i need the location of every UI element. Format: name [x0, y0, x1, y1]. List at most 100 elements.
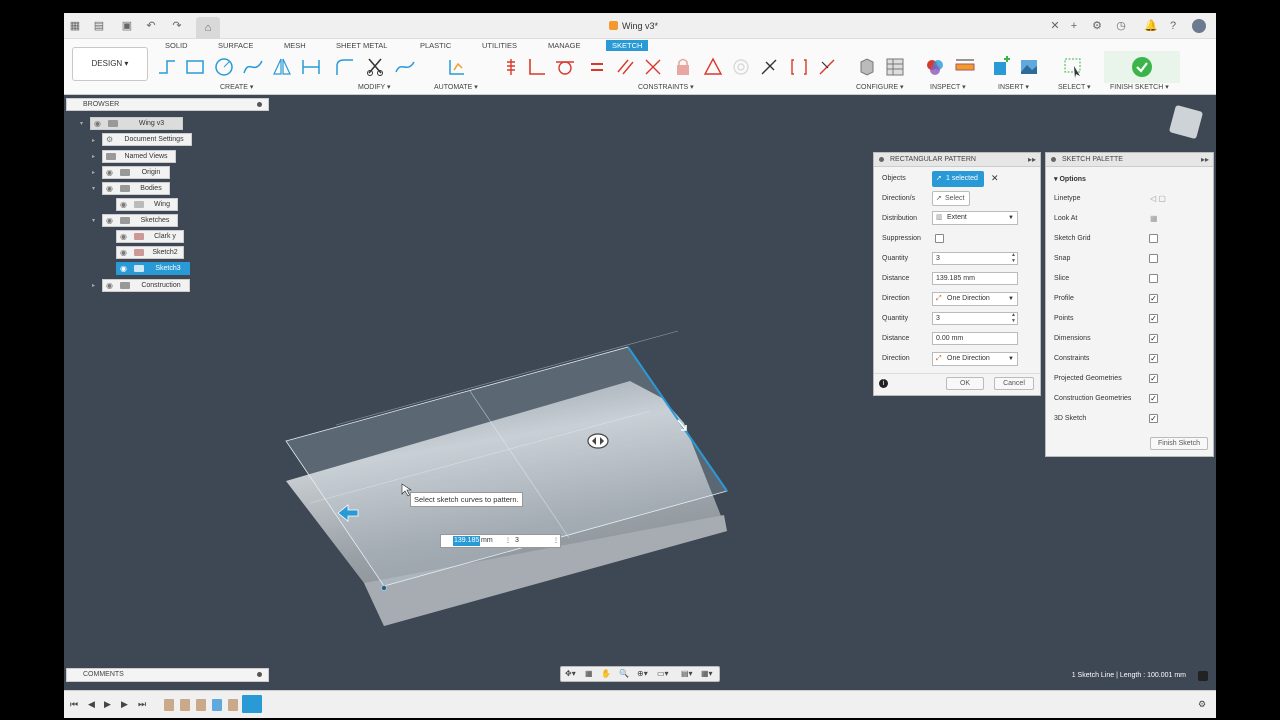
- orbit-icon[interactable]: ✥▾: [565, 669, 576, 678]
- palette-collapse-icon[interactable]: [1051, 157, 1056, 162]
- linetype-icon[interactable]: ◁ ▢: [1150, 194, 1166, 203]
- direction-flip-manipulator[interactable]: [587, 433, 609, 449]
- palette-option-label: Profile: [1054, 295, 1074, 302]
- palette-option-checkbox[interactable]: ✓: [1149, 314, 1158, 323]
- info-icon[interactable]: i: [879, 379, 888, 388]
- extent-icon: ▥: [936, 214, 943, 221]
- sketch-palette-header[interactable]: SKETCH PALETTE ▸▸: [1046, 153, 1213, 167]
- timeline-sketch-item[interactable]: [228, 699, 238, 711]
- quantity2-label: Quantity: [882, 315, 909, 322]
- status-settings-icon[interactable]: [1198, 671, 1208, 681]
- distance-spinner-icon[interactable]: ⋮: [505, 535, 511, 547]
- quantity1-value: 3: [936, 255, 940, 262]
- grid-settings-icon[interactable]: ▤▾: [681, 669, 693, 678]
- go-to-start-icon[interactable]: ⏮: [70, 699, 78, 710]
- options-section-header[interactable]: ▾ Options: [1054, 175, 1086, 183]
- distance-quantity-input[interactable]: 139.185 mm ⋮ 3 ⋮: [440, 534, 561, 548]
- direction2-dropdown[interactable]: ⤢ One Direction ▼: [932, 352, 1018, 366]
- cancel-button[interactable]: Cancel: [994, 377, 1034, 390]
- distance1-label: Distance: [882, 275, 910, 282]
- palette-option-checkbox[interactable]: [1149, 274, 1158, 283]
- palette-option-checkbox[interactable]: ✓: [1149, 294, 1158, 303]
- go-to-end-icon[interactable]: ⏭: [138, 699, 146, 710]
- dialog-expand-icon[interactable]: ▸▸: [1028, 153, 1036, 166]
- palette-option-label: Look At: [1054, 215, 1078, 222]
- finish-sketch-button[interactable]: Finish Sketch: [1150, 437, 1208, 450]
- directions-select-label: Select: [945, 195, 965, 202]
- quantity2-value: 3: [936, 315, 940, 322]
- chevron-down-icon: ▼: [1008, 356, 1014, 362]
- direction1-dropdown[interactable]: ⤢ One Direction ▼: [932, 292, 1018, 306]
- chevron-down-icon: ▼: [1008, 296, 1014, 302]
- chevron-down-icon: ▼: [1008, 215, 1014, 221]
- timeline-bar: ⏮ ◀ ▶ ▶ ⏭ ⚙: [64, 690, 1216, 718]
- distance-input-value[interactable]: 139.185: [453, 536, 481, 546]
- display-settings-icon[interactable]: ▭▾: [657, 669, 669, 678]
- navigation-bar: ✥▾ ▦ ✋ 🔍 ⊕▾ ▭▾ ▤▾ ▦▾: [560, 666, 720, 682]
- look-at-icon[interactable]: ▦: [585, 669, 593, 678]
- palette-option-label: Dimensions: [1054, 335, 1091, 342]
- suppression-checkbox[interactable]: [935, 234, 944, 243]
- comments-pin-icon[interactable]: [257, 672, 262, 677]
- directions-label: Direction/s: [882, 195, 916, 202]
- quantity-spinner-icon[interactable]: ⋮: [553, 535, 559, 547]
- palette-option-checkbox[interactable]: ✓: [1149, 354, 1158, 363]
- pan-icon[interactable]: ✋: [601, 669, 611, 678]
- look-at-icon[interactable]: ▦: [1150, 214, 1158, 223]
- distance2-value: 0.00 mm: [936, 335, 964, 342]
- palette-option-checkbox[interactable]: ✓: [1149, 334, 1158, 343]
- viewport-3d[interactable]: [64, 13, 1216, 718]
- step-back-icon[interactable]: ◀: [88, 699, 95, 710]
- one-direction-icon: ⤢: [936, 295, 942, 302]
- distance2-label: Distance: [882, 335, 910, 342]
- palette-option-label: 3D Sketch: [1054, 415, 1087, 422]
- ok-button[interactable]: OK: [946, 377, 984, 390]
- palette-option-checkbox[interactable]: ✓: [1149, 394, 1158, 403]
- timeline-extrude-item[interactable]: [212, 699, 222, 711]
- distance1-input[interactable]: 139.185 mm: [932, 272, 1018, 285]
- palette-expand-icon[interactable]: ▸▸: [1201, 153, 1209, 166]
- palette-option-checkbox[interactable]: [1149, 254, 1158, 263]
- quantity1-input[interactable]: 3 ▲ ▼: [932, 252, 1018, 265]
- palette-option-checkbox[interactable]: ✓: [1149, 414, 1158, 423]
- step-forward-icon[interactable]: ▶: [121, 699, 128, 710]
- palette-option-checkbox[interactable]: [1149, 234, 1158, 243]
- objects-selection-button[interactable]: ➚ 1 selected: [932, 171, 984, 187]
- options-section-label: Options: [1059, 176, 1086, 183]
- select-arrow-icon: ➚: [936, 195, 942, 202]
- timeline-settings-icon[interactable]: ⚙: [1198, 699, 1206, 710]
- directions-select-button[interactable]: ➚ Select: [932, 191, 970, 206]
- comments-panel-header[interactable]: COMMENTS: [66, 668, 269, 682]
- direction2-label: Direction: [882, 355, 910, 362]
- quantity-input-value[interactable]: 3: [515, 535, 519, 547]
- clear-selection-icon[interactable]: ✕: [991, 173, 999, 184]
- distribution-dropdown[interactable]: ▥ Extent ▼: [932, 211, 1018, 225]
- comments-title: COMMENTS: [83, 671, 124, 678]
- timeline-current-sketch-item[interactable]: [242, 695, 262, 713]
- sketch-point[interactable]: [381, 585, 387, 591]
- distance1-value: 139.185 mm: [936, 275, 975, 282]
- stepper-icon[interactable]: ▲ ▼: [1011, 252, 1016, 264]
- timeline-sketch-item[interactable]: [164, 699, 174, 711]
- play-icon[interactable]: ▶: [104, 699, 111, 710]
- pattern-dialog-header[interactable]: RECTANGULAR PATTERN ▸▸: [874, 153, 1040, 167]
- fit-icon[interactable]: ⊕▾: [637, 669, 648, 678]
- sketch-palette-panel: SKETCH PALETTE ▸▸ ▾ Options Linetype ◁ ▢ L…: [1045, 152, 1214, 457]
- stepper-icon[interactable]: ▲ ▼: [1011, 312, 1016, 324]
- palette-option-checkbox[interactable]: ✓: [1149, 374, 1158, 383]
- fusion-app: ▦ ▤ ▣ ↶ ↷ ⌂ Wing v3* ✕ + ⚙ ◷ 🔔 ? DESIGN …: [64, 13, 1216, 718]
- palette-option-label: Constraints: [1054, 355, 1090, 362]
- timeline-sketch-item[interactable]: [180, 699, 190, 711]
- quantity2-input[interactable]: 3 ▲ ▼: [932, 312, 1018, 325]
- direction1-value: One Direction: [947, 295, 990, 302]
- distance2-input[interactable]: 0.00 mm: [932, 332, 1018, 345]
- timeline-sketch-item[interactable]: [196, 699, 206, 711]
- distribution-label: Distribution: [882, 215, 918, 222]
- objects-selection-value: 1 selected: [946, 175, 978, 182]
- viewports-icon[interactable]: ▦▾: [701, 669, 713, 678]
- zoom-icon[interactable]: 🔍: [619, 669, 629, 678]
- palette-option-label: Points: [1054, 315, 1074, 322]
- dialog-collapse-icon[interactable]: [879, 157, 884, 162]
- pattern-dialog-title: RECTANGULAR PATTERN: [890, 156, 976, 163]
- suppression-label: Suppression: [882, 235, 921, 242]
